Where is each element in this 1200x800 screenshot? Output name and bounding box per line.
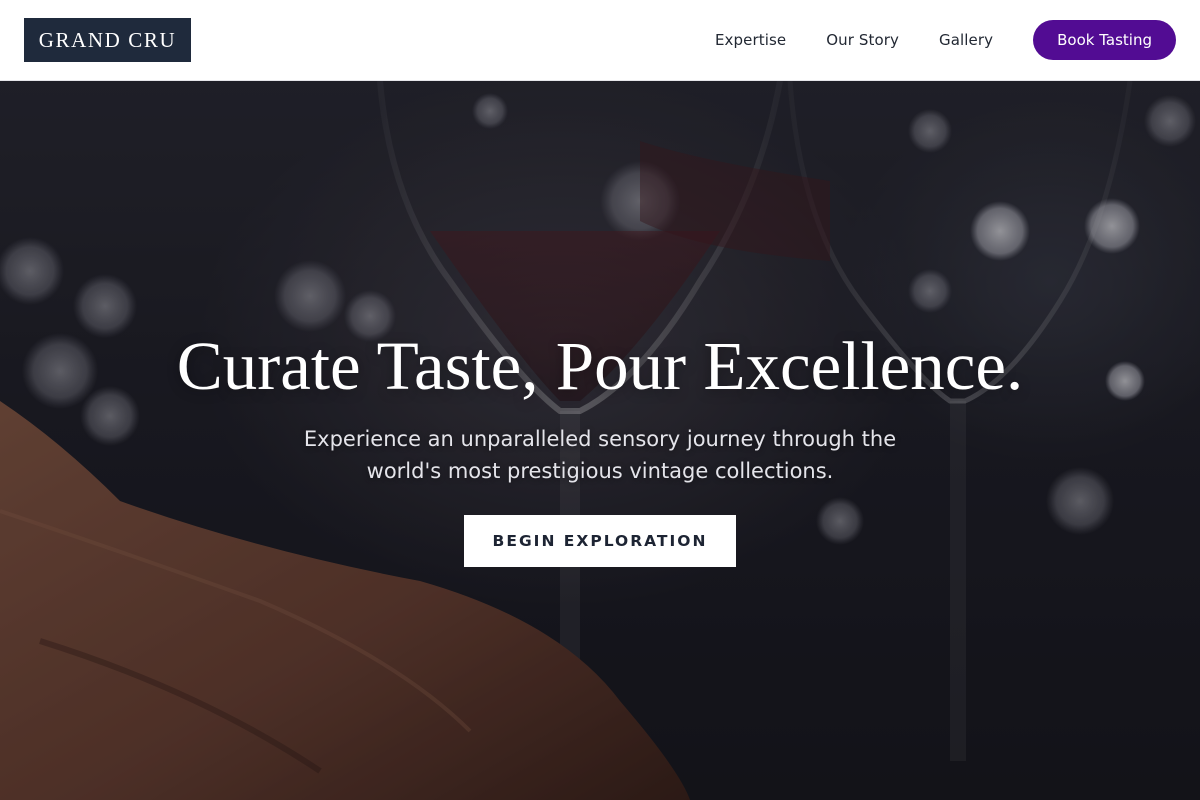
logo-text: GRAND CRU (38, 27, 177, 52)
nav-link-our-story[interactable]: Our Story (826, 31, 899, 49)
hero-section: Curate Taste, Pour Excellence. Experienc… (0, 81, 1200, 800)
hero-subtitle: Experience an unparalleled sensory journ… (303, 427, 897, 483)
main-nav: Expertise Our Story Gallery Book Tasting (715, 20, 1176, 60)
nav-link-gallery[interactable]: Gallery (939, 31, 993, 49)
site-header: GRAND CRU Expertise Our Story Gallery Bo… (0, 0, 1200, 81)
book-tasting-button[interactable]: Book Tasting (1033, 20, 1176, 60)
hero-title: Curate Taste, Pour Excellence. (176, 328, 1024, 404)
begin-exploration-button[interactable]: BEGIN EXPLORATION (464, 515, 736, 567)
hero-content: Curate Taste, Pour Excellence. Experienc… (0, 329, 1200, 567)
logo[interactable]: GRAND CRU (24, 18, 191, 62)
nav-link-expertise[interactable]: Expertise (715, 31, 786, 49)
